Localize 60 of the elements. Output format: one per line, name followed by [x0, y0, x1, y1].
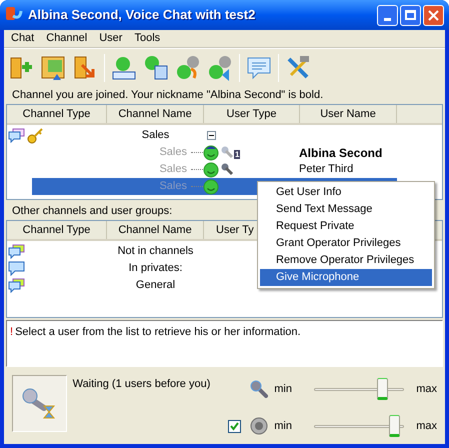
chat-icon — [8, 244, 25, 259]
speaker-checkbox[interactable] — [228, 420, 242, 432]
channel-name: Sales — [158, 179, 187, 194]
microphone-hourglass-icon — [22, 388, 56, 420]
menu-item[interactable]: Grant Operator Privileges — [260, 235, 432, 252]
menu-item[interactable]: Channel — [41, 30, 92, 47]
status-text: Waiting (1 users before you) — [72, 377, 212, 392]
menu-item[interactable]: Tools — [129, 30, 166, 47]
slider-thumb[interactable] — [377, 378, 388, 400]
microphone-slider[interactable] — [314, 378, 404, 400]
users-swap-icon[interactable] — [175, 54, 201, 80]
door-icon[interactable] — [40, 54, 66, 80]
menu-item[interactable]: Request Private — [260, 218, 432, 235]
key-icon — [27, 128, 44, 144]
column-header[interactable]: Channel Name — [107, 105, 204, 123]
users-arrow-icon[interactable] — [207, 54, 233, 80]
column-header[interactable]: Channel Name — [107, 221, 204, 239]
channel-name: Sales — [158, 162, 187, 178]
chat-icon — [8, 278, 25, 293]
channel-name: In privates: — [128, 261, 184, 276]
menu-item[interactable]: Send Text Message — [260, 201, 432, 218]
user-name: Albina Second — [299, 144, 382, 162]
column-header[interactable]: User Type — [204, 105, 300, 123]
section-label: Channel you are joined. Your nickname "Albina Second" is bold. — [12, 88, 324, 103]
speech-bubble-icon[interactable] — [246, 54, 272, 80]
close-button[interactable] — [423, 4, 444, 26]
speaker-icon — [250, 417, 268, 435]
menu-item[interactable]: Give Microphone — [260, 269, 432, 286]
warning-mark: ! — [10, 325, 14, 340]
chat-icon — [8, 128, 25, 142]
slider-min-label: min — [274, 418, 293, 434]
slider-thumb[interactable] — [389, 415, 400, 437]
door-plus-icon[interactable] — [8, 54, 34, 80]
section-label: Other channels and user groups: — [12, 204, 172, 219]
microphone-icon — [250, 380, 268, 398]
channel-name: General — [134, 278, 176, 294]
menu-item[interactable]: User — [94, 30, 128, 47]
slider-min-label: min — [274, 382, 293, 397]
close-icon — [428, 10, 439, 20]
minimize-button[interactable] — [377, 4, 398, 26]
menu-item[interactable]: Chat — [6, 30, 40, 47]
channel-name: Sales — [140, 128, 170, 144]
slider-max-label: max — [416, 418, 437, 434]
window-title: Albina Second, Voice Chat with test2 — [28, 6, 256, 24]
slider-max-label: max — [416, 382, 437, 397]
tools-icon[interactable] — [285, 54, 311, 80]
maximize-button[interactable] — [400, 4, 421, 26]
tree-toggle-icon[interactable] — [207, 131, 216, 140]
channel-name: Sales — [158, 145, 187, 160]
menu-item[interactable]: Remove Operator Privileges — [260, 252, 432, 269]
speaker-slider[interactable] — [314, 415, 404, 437]
user-card-icon[interactable] — [111, 54, 137, 80]
info-text: Select a user from the list to retrieve his or her information. — [15, 325, 301, 340]
column-header[interactable]: Channel Type — [7, 221, 107, 239]
queue-badge: 1 — [234, 150, 240, 159]
channel-name: Not in channels — [116, 244, 194, 260]
column-header[interactable]: Channel Type — [7, 105, 107, 123]
speech-bubble-icon — [8, 261, 25, 276]
user-name: Peter Third — [299, 162, 354, 178]
column-header[interactable]: User Name — [300, 105, 397, 123]
